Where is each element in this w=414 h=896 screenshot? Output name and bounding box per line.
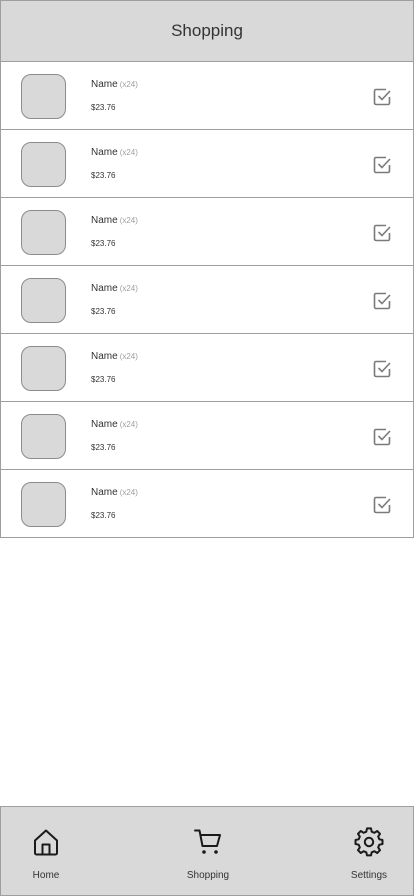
item-name: Name: [91, 283, 118, 294]
list-item[interactable]: Name (x24) $23.76: [0, 62, 414, 130]
item-quantity: (x24): [119, 488, 138, 497]
item-name: Name: [91, 215, 118, 226]
checkbox-checked-icon[interactable]: [371, 154, 393, 176]
list-item[interactable]: Name (x24) $23.76: [0, 402, 414, 470]
item-name: Name: [91, 147, 118, 158]
shopping-list: Name (x24) $23.76 Name (x24) $23.76 Name (x…: [0, 62, 414, 538]
list-item[interactable]: Name (x24) $23.76: [0, 266, 414, 334]
home-icon: [31, 827, 61, 857]
tab-shopping-label: Shopping: [186, 870, 230, 881]
item-quantity: (x24): [119, 352, 138, 361]
tab-settings-label: Settings: [350, 870, 388, 881]
header-bar: Shopping: [0, 0, 414, 62]
item-price: $23.76: [91, 239, 116, 248]
item-name-line: Name (x24): [91, 487, 138, 498]
item-thumbnail: [21, 142, 66, 187]
tab-home-label: Home: [32, 870, 60, 881]
item-price: $23.76: [91, 375, 116, 384]
item-name: Name: [91, 79, 118, 90]
item-name-line: Name (x24): [91, 351, 138, 362]
checkbox-checked-icon[interactable]: [371, 222, 393, 244]
item-thumbnail: [21, 346, 66, 391]
item-quantity: (x24): [119, 216, 138, 225]
item-thumbnail: [21, 414, 66, 459]
item-name-line: Name (x24): [91, 79, 138, 90]
cart-icon: [193, 827, 223, 857]
item-name: Name: [91, 351, 118, 362]
item-price: $23.76: [91, 307, 116, 316]
checkbox-checked-icon[interactable]: [371, 494, 393, 516]
item-quantity: (x24): [119, 148, 138, 157]
item-price: $23.76: [91, 103, 116, 112]
list-item[interactable]: Name (x24) $23.76: [0, 198, 414, 266]
item-thumbnail: [21, 210, 66, 255]
checkbox-checked-icon[interactable]: [371, 290, 393, 312]
list-item[interactable]: Name (x24) $23.76: [0, 334, 414, 402]
item-name: Name: [91, 419, 118, 430]
item-name-line: Name (x24): [91, 215, 138, 226]
item-quantity: (x24): [119, 80, 138, 89]
item-quantity: (x24): [119, 284, 138, 293]
item-name-line: Name (x24): [91, 147, 138, 158]
tab-home[interactable]: Home: [1, 807, 91, 895]
checkbox-checked-icon[interactable]: [371, 426, 393, 448]
app: Shopping Name (x24) $23.76 Name (x24) $23.…: [0, 0, 414, 896]
page-title: Shopping: [171, 21, 243, 40]
item-thumbnail: [21, 74, 66, 119]
item-price: $23.76: [91, 511, 116, 520]
item-price: $23.76: [91, 171, 116, 180]
item-price: $23.76: [91, 443, 116, 452]
checkbox-checked-icon[interactable]: [371, 358, 393, 380]
list-item[interactable]: Name (x24) $23.76: [0, 470, 414, 538]
item-thumbnail: [21, 278, 66, 323]
tab-shopping[interactable]: Shopping: [163, 807, 253, 895]
list-item[interactable]: Name (x24) $23.76: [0, 130, 414, 198]
item-name: Name: [91, 487, 118, 498]
bottom-tab-bar: Home Shopping Settings: [0, 806, 414, 896]
gear-icon: [354, 827, 384, 857]
checkbox-checked-icon[interactable]: [371, 86, 393, 108]
item-name-line: Name (x24): [91, 283, 138, 294]
item-quantity: (x24): [119, 420, 138, 429]
item-name-line: Name (x24): [91, 419, 138, 430]
tab-settings[interactable]: Settings: [324, 807, 414, 895]
item-thumbnail: [21, 482, 66, 527]
